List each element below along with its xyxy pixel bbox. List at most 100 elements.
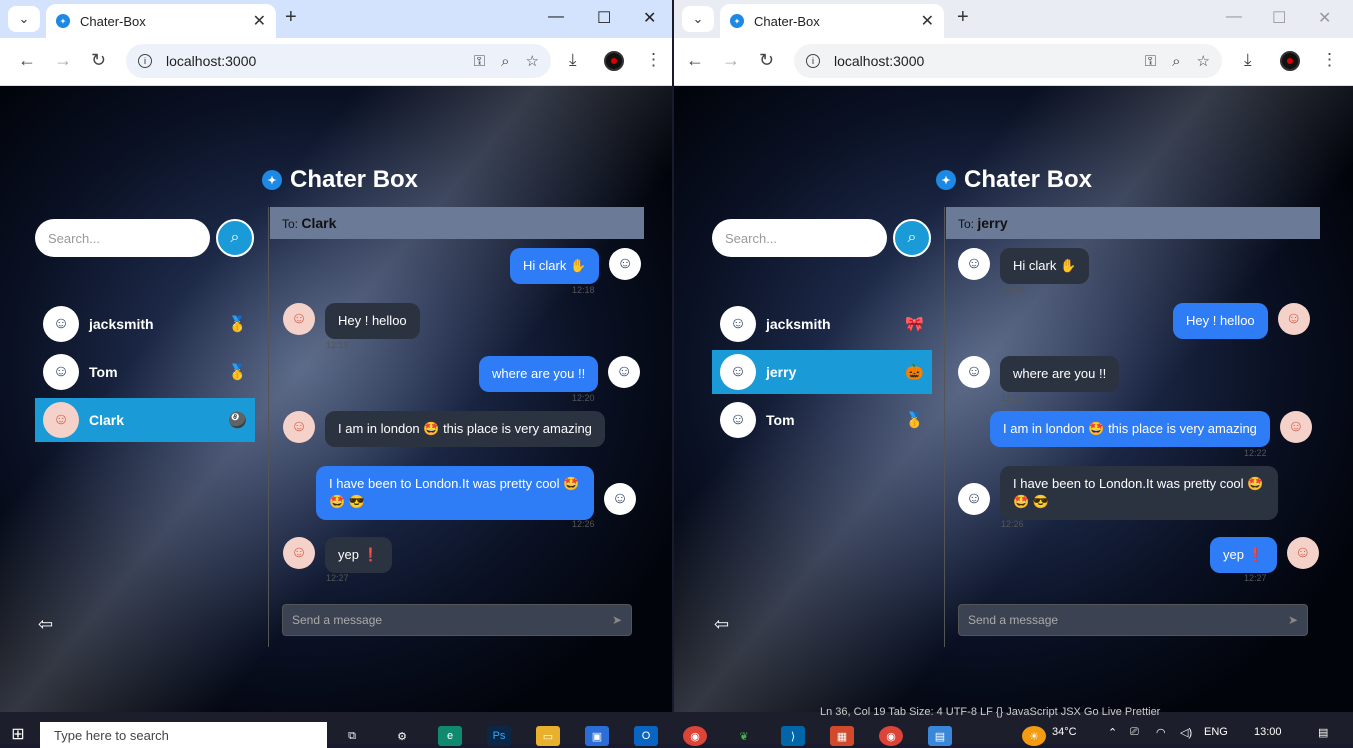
contact-item[interactable]: ☺ Tom 🥇 bbox=[35, 350, 255, 394]
message-time: 12:22 bbox=[1244, 448, 1267, 458]
edge-browser-icon[interactable]: e bbox=[438, 726, 462, 746]
contact-item[interactable]: ☺ jacksmith 🥇 bbox=[35, 302, 255, 346]
notes-app-icon[interactable]: ▤ bbox=[928, 726, 952, 746]
send-icon[interactable]: ➤ bbox=[1288, 613, 1298, 627]
photoshop-icon[interactable]: Ps bbox=[487, 726, 511, 746]
outlook-icon[interactable]: O bbox=[634, 726, 658, 746]
message-incoming: ☺ I have been to London.It was pretty co… bbox=[958, 466, 1278, 520]
menu-kebab-icon[interactable]: ⋮ bbox=[645, 50, 662, 70]
store-icon[interactable]: ▣ bbox=[585, 726, 609, 746]
bookmark-star-icon[interactable]: ☆ bbox=[526, 52, 539, 70]
back-icon[interactable]: ← bbox=[686, 50, 704, 71]
badge-icon: 🎃 bbox=[905, 364, 924, 381]
avatar: ☺ bbox=[283, 537, 315, 569]
tray-chevron-icon[interactable]: ⌃ bbox=[1108, 726, 1117, 739]
close-window-button[interactable]: ✕ bbox=[643, 8, 656, 28]
key-icon[interactable]: ⚿ bbox=[1145, 53, 1156, 70]
message-incoming: ☺ I am in london 🤩 this place is very am… bbox=[283, 411, 605, 447]
app-header: ✦ Chater Box bbox=[936, 166, 1092, 194]
message-time: 12:18 bbox=[572, 285, 595, 295]
message-input[interactable]: Send a message ➤ bbox=[958, 604, 1308, 636]
browser-tab[interactable]: ✦ Chater-Box ✕ bbox=[720, 4, 944, 38]
maximize-button[interactable]: ☐ bbox=[597, 8, 611, 28]
contact-item[interactable]: ☺ Tom 🥇 bbox=[712, 398, 932, 442]
chrome-active-icon[interactable]: ◉ bbox=[879, 726, 903, 746]
taskbar-search-input[interactable]: Type here to search bbox=[40, 722, 327, 748]
search-input[interactable]: Search... bbox=[35, 219, 210, 257]
download-icon[interactable]: ⤓ bbox=[569, 50, 577, 70]
contact-name: Tom bbox=[89, 364, 118, 380]
minimize-button[interactable]: — bbox=[1226, 8, 1242, 26]
message-outgoing: I am in london 🤩 this place is very amaz… bbox=[990, 411, 1312, 447]
maximize-button[interactable]: ☐ bbox=[1272, 8, 1286, 28]
url-text: localhost:3000 bbox=[166, 53, 257, 69]
contact-name: jerry bbox=[766, 364, 797, 380]
close-tab-icon[interactable]: ✕ bbox=[921, 11, 934, 31]
mongodb-icon[interactable]: ❦ bbox=[732, 726, 756, 746]
logout-icon[interactable]: ⇦ bbox=[38, 614, 53, 635]
badge-icon: 🎀 bbox=[905, 316, 924, 333]
windows-taskbar: Ln 36, Col 19 Tab Size: 4 UTF-8 LF {} Ja… bbox=[0, 706, 1353, 748]
reload-icon[interactable]: ↻ bbox=[91, 50, 106, 71]
url-text: localhost:3000 bbox=[834, 53, 925, 69]
contact-item-selected[interactable]: ☺ jerry 🎃 bbox=[712, 350, 932, 394]
close-window-button[interactable]: ✕ bbox=[1318, 8, 1331, 28]
search-button[interactable]: ⌕ bbox=[893, 219, 931, 257]
tab-search-button[interactable]: ⌄ bbox=[8, 6, 40, 32]
contact-item[interactable]: ☺ jacksmith 🎀 bbox=[712, 302, 932, 346]
message-time: 12:18 bbox=[1001, 285, 1024, 295]
weather-temp: 34°C bbox=[1052, 726, 1077, 738]
message-incoming: ☺ yep ❗ bbox=[283, 537, 392, 573]
file-explorer-icon[interactable]: ▭ bbox=[536, 726, 560, 746]
menu-kebab-icon[interactable]: ⋮ bbox=[1321, 50, 1338, 70]
message-outgoing: I have been to London.It was pretty cool… bbox=[316, 466, 636, 520]
send-icon[interactable]: ➤ bbox=[612, 613, 622, 627]
tab-search-button[interactable]: ⌄ bbox=[682, 6, 714, 32]
vscode-icon[interactable]: ⟩ bbox=[781, 726, 805, 746]
key-icon[interactable]: ⚿ bbox=[474, 53, 485, 70]
contact-item-selected[interactable]: ☺ Clark 🎱 bbox=[35, 398, 255, 442]
avatar: ☺ bbox=[609, 248, 642, 280]
forward-icon[interactable]: → bbox=[722, 50, 740, 71]
extension-icon[interactable] bbox=[604, 51, 624, 71]
settings-icon[interactable]: ⚙ bbox=[390, 726, 414, 746]
contact-name: jacksmith bbox=[766, 316, 831, 332]
zoom-icon[interactable]: ⌕ bbox=[1172, 53, 1180, 70]
new-tab-button[interactable]: + bbox=[957, 6, 969, 29]
site-info-icon[interactable]: i bbox=[138, 54, 152, 68]
task-view-icon[interactable]: ⧉ bbox=[340, 726, 364, 746]
minimize-button[interactable]: — bbox=[548, 8, 564, 26]
site-info-icon[interactable]: i bbox=[806, 54, 820, 68]
app-grid-icon[interactable]: ▦ bbox=[830, 726, 854, 746]
new-tab-button[interactable]: + bbox=[285, 6, 297, 29]
avatar: ☺ bbox=[608, 356, 641, 388]
windows-start-icon[interactable]: ⊞ bbox=[6, 724, 30, 744]
browser-tab[interactable]: ✦ Chater-Box ✕ bbox=[46, 4, 276, 38]
search-input[interactable]: Search... bbox=[712, 219, 887, 257]
message-input-placeholder: Send a message bbox=[292, 613, 383, 627]
close-tab-icon[interactable]: ✕ bbox=[253, 11, 266, 31]
message-input[interactable]: Send a message ➤ bbox=[282, 604, 632, 636]
browser-window-right: ⌄ ✦ Chater-Box ✕ + — ☐ ✕ ← → ↻ i localho… bbox=[674, 0, 1353, 712]
avatar: ☺ bbox=[1277, 303, 1310, 335]
chrome-icon[interactable]: ◉ bbox=[683, 726, 707, 746]
search-button[interactable]: ⌕ bbox=[216, 219, 254, 257]
logout-icon[interactable]: ⇦ bbox=[714, 614, 729, 635]
address-bar[interactable]: i localhost:3000 ⚿ ⌕ ☆ bbox=[126, 44, 551, 78]
page-viewport: ✦ Chater Box Search... ⌕ ☺ jacksmith 🎀 ☺… bbox=[674, 86, 1353, 712]
download-icon[interactable]: ⤓ bbox=[1244, 50, 1252, 70]
back-icon[interactable]: ← bbox=[18, 50, 36, 71]
network-icon[interactable]: ⎚ bbox=[1130, 726, 1139, 739]
address-bar[interactable]: i localhost:3000 ⚿ ⌕ ☆ bbox=[794, 44, 1222, 78]
language-indicator[interactable]: ENG bbox=[1204, 726, 1228, 738]
forward-icon[interactable]: → bbox=[54, 50, 72, 71]
volume-icon[interactable]: ◁) bbox=[1180, 726, 1192, 739]
wifi-icon[interactable]: ◠ bbox=[1156, 726, 1166, 739]
clock[interactable]: 13:00 bbox=[1254, 726, 1282, 738]
bookmark-star-icon[interactable]: ☆ bbox=[1197, 52, 1210, 70]
extension-icon[interactable] bbox=[1280, 51, 1300, 71]
reload-icon[interactable]: ↻ bbox=[759, 50, 774, 71]
to-prefix: To: bbox=[958, 217, 975, 231]
zoom-icon[interactable]: ⌕ bbox=[501, 53, 509, 70]
notification-icon[interactable]: ▤ bbox=[1318, 726, 1328, 739]
